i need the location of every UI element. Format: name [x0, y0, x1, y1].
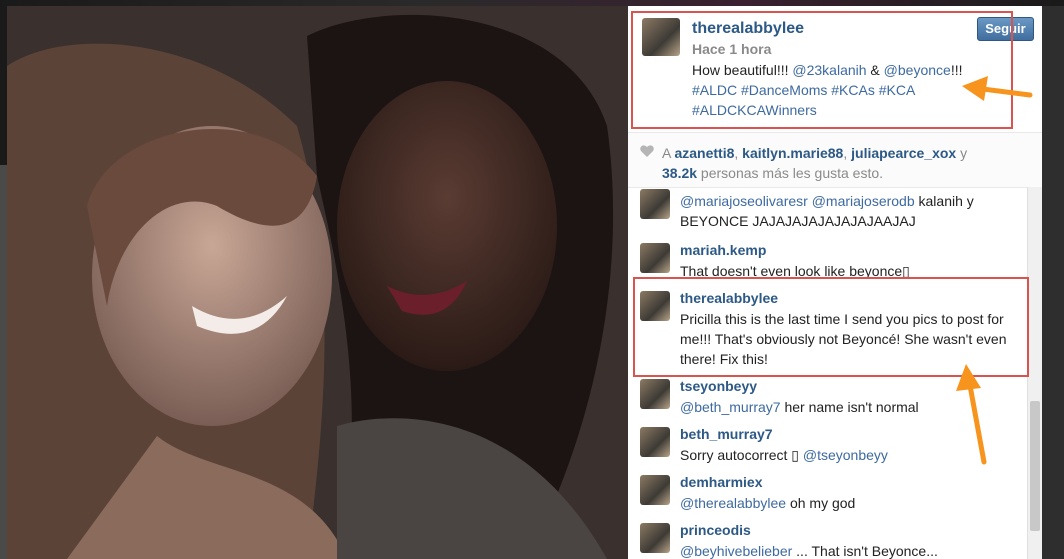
arrow-icon [956, 364, 987, 465]
annotation-arrows [956, 76, 1033, 465]
arrow-icon [962, 76, 1033, 101]
